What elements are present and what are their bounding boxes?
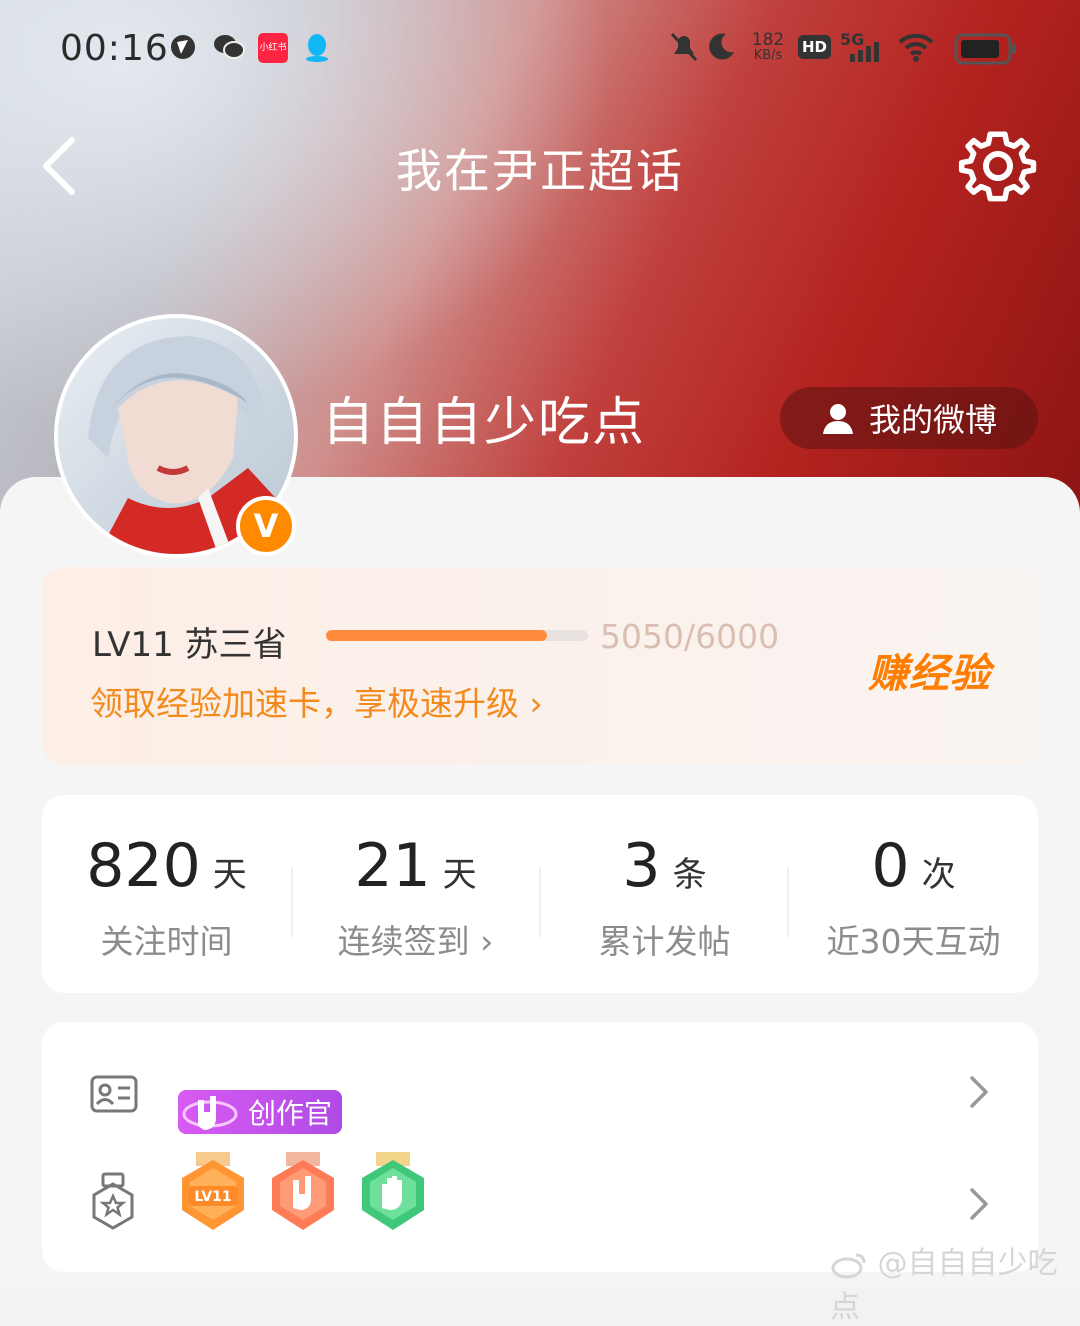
settings-button[interactable]: [958, 126, 1038, 206]
rock-hand-icon: [180, 1086, 240, 1145]
my-weibo-button[interactable]: 我的微博: [780, 387, 1038, 449]
xiaohongshu-icon: 小红书: [258, 33, 288, 63]
stat-value: 21: [354, 831, 431, 901]
badges-card: 创作官 LV11: [42, 1022, 1038, 1272]
gear-icon: [958, 131, 1037, 202]
chevron-right-icon: [966, 1072, 990, 1116]
qq-icon: [302, 32, 332, 68]
stat-label: 近30天互动: [826, 922, 1001, 961]
identity-row[interactable]: 创作官: [42, 1042, 1038, 1142]
stat-value: 3: [622, 831, 661, 901]
user-icon: [822, 404, 853, 434]
stat-label: 连续签到 ›: [337, 922, 494, 961]
watermark: @自自自少吃点: [830, 1238, 1080, 1326]
verified-badge: V: [236, 496, 296, 556]
level-progress-bar: [326, 630, 588, 641]
stat-unit: 天: [212, 855, 247, 895]
creator-label: 创作官: [247, 1097, 332, 1130]
stat-follow-days: 820 天 关注时间: [42, 795, 291, 993]
status-bar: 00:16 小红书 182 KB/s HD 5G: [0, 0, 1080, 100]
wechat-icon: [212, 32, 246, 66]
stat-value: 0: [871, 831, 910, 901]
stat-unit: 条: [672, 855, 707, 895]
stat-checkin-streak[interactable]: 21 天 连续签到 ›: [291, 795, 540, 993]
level-label: LV11 苏三省: [92, 625, 287, 665]
level-card[interactable]: LV11 苏三省 5050/6000 领取经验加速卡，享极速升级 › 赚经验: [42, 567, 1038, 765]
stat-label: 累计发帖: [598, 922, 731, 961]
mute-icon: [668, 30, 700, 68]
id-card-icon: [90, 1074, 138, 1118]
medal-lv11-icon[interactable]: LV11: [176, 1150, 250, 1238]
battery-icon: [954, 33, 1018, 69]
status-time: 00:16: [60, 28, 169, 69]
stat-unit: 天: [442, 855, 477, 895]
chevron-right-icon: [966, 1184, 990, 1228]
creator-badge[interactable]: 创作官: [178, 1090, 342, 1134]
stat-unit: 次: [921, 855, 956, 895]
stat-total-posts: 3条 累计发帖: [540, 795, 789, 993]
earn-exp-button[interactable]: 赚经验: [868, 641, 991, 699]
weibo-logo-icon: [830, 1246, 878, 1281]
medal-hand-icon[interactable]: [356, 1150, 430, 1238]
net-speed: 182 KB/s: [751, 30, 785, 64]
level-progress-fill: [326, 630, 547, 641]
stats-card: 820 天 关注时间 21 天 连续签到 › 3条 累计发帖 0次 近30天互动: [42, 795, 1038, 993]
svg-text:LV11: LV11: [194, 1189, 231, 1205]
username: 自自自少吃点: [322, 393, 647, 453]
stat-interactions: 0次 近30天互动: [789, 795, 1038, 993]
medal-rock-icon[interactable]: [266, 1150, 340, 1238]
level-score: 5050/6000: [600, 617, 780, 656]
stat-label: 关注时间: [100, 922, 233, 961]
page-title: 我在尹正超话: [396, 144, 684, 198]
medal-outline-icon: [90, 1172, 136, 1234]
stat-value: 820: [86, 831, 201, 901]
moon-icon: [706, 30, 738, 66]
browser-icon: [168, 32, 198, 66]
wifi-icon: [896, 30, 936, 68]
hd-icon: HD: [798, 35, 832, 59]
speedup-card-link[interactable]: 领取经验加速卡，享极速升级 ›: [90, 677, 543, 725]
my-weibo-label: 我的微博: [868, 401, 997, 439]
